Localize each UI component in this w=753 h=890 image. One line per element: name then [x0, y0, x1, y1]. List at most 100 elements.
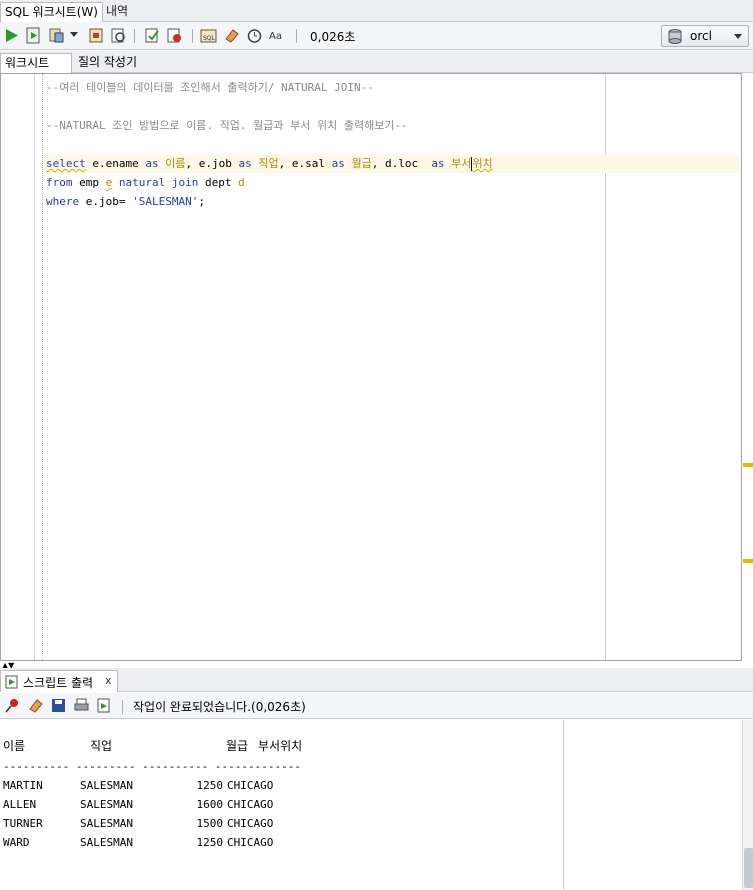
toolbar-separator — [122, 700, 123, 714]
open-document-icon[interactable] — [96, 697, 113, 714]
database-icon — [668, 29, 682, 44]
cell-name: TURNER — [3, 817, 43, 830]
keyword-as: as — [145, 157, 159, 170]
tab-script-output[interactable]: 스크립트 출력 x — [0, 670, 118, 692]
cell-name: ALLEN — [3, 798, 37, 811]
sql-tuning-icon[interactable] — [110, 27, 127, 44]
keyword-as: as — [431, 157, 445, 170]
tab-sql-worksheet[interactable]: SQL 워크시트(W) — [0, 2, 103, 22]
cell-job: SALESMAN — [80, 817, 133, 830]
cell-sal: 1250 — [196, 836, 224, 849]
output-toolbar: 작업이 완료되었습니다.(0,026초) — [0, 693, 753, 719]
code-line-where: where e.job= 'SALESMAN'; — [46, 192, 205, 211]
status-message: 작업이 완료되었습니다.(0,026초) — [133, 700, 306, 714]
alias-loc: 부서 — [451, 157, 472, 170]
keyword-as: as — [238, 157, 252, 170]
string-literal: 'SALESMAN' — [132, 195, 199, 208]
header-job: 직업 — [90, 739, 113, 753]
cell-name: MARTIN — [3, 779, 43, 792]
tab-worksheet[interactable]: 워크시트 — [0, 53, 72, 73]
overview-marker[interactable] — [743, 559, 753, 563]
explain-plan-icon[interactable] — [88, 27, 105, 44]
pin-icon[interactable] — [4, 697, 21, 714]
output-right-margin — [563, 720, 564, 890]
commit-icon[interactable] — [144, 27, 161, 44]
header-loc: 부서위치 — [258, 739, 303, 753]
code-token: e.job= — [79, 195, 133, 208]
keyword-select: select — [46, 157, 86, 170]
connection-name: orcl — [690, 29, 712, 43]
alias-name: 이름 — [165, 157, 186, 170]
format-case-icon[interactable]: Aa — [268, 27, 285, 44]
result-divider: ---------- --------- ---------- --------… — [3, 760, 302, 773]
alias-loc: 위치 — [472, 157, 493, 170]
code-token: ; — [198, 195, 205, 208]
tab-label: 스크립트 출력 — [23, 676, 94, 690]
save-icon[interactable] — [50, 697, 67, 714]
output-tab-bar: 스크립트 출력 x — [0, 668, 753, 692]
worksheet-toolbar: SQL Aa 0,026초 orcl — [0, 22, 753, 50]
code-token: , e.sal — [278, 157, 332, 170]
sql-editor[interactable]: --여러 테이블의 데이터를 조인해서 출력하기/ NATURAL JOIN--… — [0, 73, 742, 661]
cell-job: SALESMAN — [80, 779, 133, 792]
editor-gutter — [34, 74, 35, 660]
alias-sal: 월급 — [351, 157, 372, 170]
run-statement-icon[interactable] — [3, 27, 20, 44]
svg-text:Aa: Aa — [269, 31, 282, 42]
clear-eraser-icon[interactable] — [27, 697, 44, 714]
script-output-area[interactable]: 이름 직업 월급 부서위치 ---------- --------- --------… — [0, 720, 742, 890]
keyword-where: where — [46, 195, 80, 208]
code-line-comment-1: --여러 테이블의 데이터를 조인해서 출력하기/ NATURAL JOIN-- — [46, 81, 374, 94]
keyword-from: from — [46, 176, 73, 189]
code-token: emp — [72, 176, 106, 189]
cell-name: WARD — [3, 836, 30, 849]
unshared-worksheet-icon[interactable]: SQL — [200, 27, 217, 44]
run-script-icon[interactable] — [25, 27, 42, 44]
cell-sal: 1250 — [196, 779, 224, 792]
code-line-select: select e.ename as 이름, e.job as 직업, e.sal… — [46, 154, 493, 173]
header-sal: 월급 — [226, 739, 249, 753]
tab-query-builder[interactable]: 질의 작성기 — [74, 53, 141, 73]
print-icon[interactable] — [73, 697, 90, 714]
dropdown-arrow-icon[interactable] — [70, 32, 78, 37]
svg-text:SQL: SQL — [203, 35, 216, 42]
toolbar-separator — [192, 29, 193, 43]
cell-sal: 1500 — [196, 817, 224, 830]
code-token: e.ename — [85, 157, 146, 170]
editor-sub-tabs: 워크시트 질의 작성기 — [0, 51, 753, 73]
script-output-icon — [5, 675, 18, 689]
code-token: , e.job — [185, 157, 239, 170]
cell-sal: 1600 — [196, 798, 224, 811]
code-token: dept — [198, 176, 239, 189]
cell-loc: CHICAGO — [227, 817, 274, 830]
code-line-from: from emp e natural join dept d — [46, 173, 245, 192]
output-scrollbar[interactable] — [742, 720, 753, 890]
cell-job: SALESMAN — [80, 798, 133, 811]
table-alias-d: d — [238, 176, 245, 189]
cell-loc: CHICAGO — [227, 779, 274, 792]
cell-job: SALESMAN — [80, 836, 133, 849]
clear-eraser-icon[interactable] — [223, 27, 240, 44]
scrollbar-thumb[interactable] — [744, 848, 753, 888]
keyword-natural-join: natural join — [118, 176, 199, 189]
toolbar-separator — [134, 29, 135, 43]
tab-history[interactable]: 내역 — [102, 2, 132, 22]
autotrace-icon[interactable] — [48, 27, 65, 44]
header-name: 이름 — [3, 739, 26, 753]
execution-time: 0,026초 — [310, 30, 356, 44]
history-clock-icon[interactable] — [246, 27, 263, 44]
top-tab-bar: SQL 워크시트(W) 내역 — [0, 0, 753, 22]
rollback-icon[interactable] — [166, 27, 183, 44]
overview-marker[interactable] — [743, 463, 753, 467]
alias-job: 직업 — [258, 157, 279, 170]
close-icon[interactable]: x — [105, 674, 112, 687]
code-token: , d.loc — [371, 157, 432, 170]
cell-loc: CHICAGO — [227, 798, 274, 811]
cell-loc: CHICAGO — [227, 836, 274, 849]
chevron-down-icon — [734, 34, 742, 39]
toolbar-separator — [296, 29, 297, 43]
connection-select[interactable]: orcl — [661, 25, 749, 47]
code-line-comment-2: --NATURAL 조인 방법으로 이름. 직업. 월급과 부서 위치 출력해보… — [46, 119, 408, 132]
keyword-as: as — [331, 157, 345, 170]
